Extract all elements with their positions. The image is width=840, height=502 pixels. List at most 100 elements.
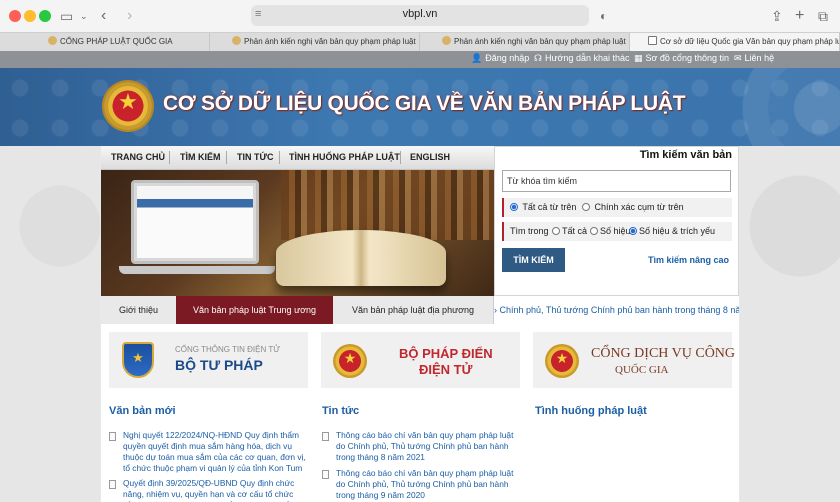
moj-shield-logo: ★: [122, 342, 154, 378]
main-content: ★ CỔNG THÔNG TIN ĐIỆN TỬ BỘ TƯ PHÁP ★ BỘ…: [101, 324, 739, 502]
news-ticker[interactable]: › Chính phủ, Thủ tướng Chính phủ ban hàn…: [493, 296, 739, 324]
radio-scope-number-excerpt[interactable]: Số hiệu & trích yếu: [629, 226, 715, 236]
address-bar[interactable]: ≡ vbpl.vn: [251, 5, 589, 26]
top-utility-bar: 👤 Đăng nhập ☊ Hướng dẫn khai thác ▦ Sơ đồ c…: [0, 51, 840, 68]
star-icon: ★: [132, 350, 144, 365]
legal-code-title-line2: ĐIỆN TỬ: [419, 362, 473, 377]
new-tab-icon[interactable]: +: [795, 7, 804, 25]
list-item[interactable]: Nghị quyết 122/2024/NQ-HĐND Quy định thẩ…: [109, 430, 308, 476]
browser-window: ▭ ⌄ ‹ › ≡ vbpl.vn ◐ ⇪ + ⧉ CỔNG PHÁP LUẬT…: [0, 0, 840, 502]
radio-icon: [552, 227, 560, 235]
open-book-image: [276, 230, 446, 286]
menu-item-situations[interactable]: TÌNH HUỐNG PHÁP LUẬT: [289, 152, 400, 162]
sidebar-toggle-icon[interactable]: ▭: [60, 7, 73, 25]
share-icon[interactable]: ⇪: [771, 7, 783, 25]
portal-card-moj[interactable]: ★ CỔNG THÔNG TIN ĐIỆN TỬ BỘ TƯ PHÁP: [109, 332, 308, 388]
news-heading[interactable]: Tin tức: [322, 405, 359, 417]
site-title[interactable]: CƠ SỞ DỮ LIỆU QUỐC GIA VỀ VĂN BẢN PHÁP L…: [163, 92, 686, 116]
radio-icon: [590, 227, 598, 235]
tab-phan-anh-1[interactable]: Phản ánh kiến nghị văn bản quy phạm pháp…: [210, 33, 420, 51]
chevron-down-icon[interactable]: ⌄: [80, 7, 88, 25]
tab-phan-anh-2[interactable]: Phản ánh kiến nghị văn bản quy phạm pháp…: [420, 33, 630, 51]
star-icon: ★: [343, 350, 357, 366]
menu-item-search[interactable]: TÌM KIẾM: [180, 152, 221, 162]
new-docs-heading[interactable]: Văn bản mới: [109, 405, 176, 417]
legal-code-title-line1: BỘ PHÁP ĐIỂN: [399, 346, 493, 361]
list-item[interactable]: Thông cáo báo chí văn bản quy phạm pháp …: [322, 468, 521, 502]
tab-central-docs[interactable]: Văn bản pháp luật Trung ương: [176, 296, 333, 324]
sitemap-icon: ▦: [634, 53, 643, 63]
situations-heading[interactable]: Tình huống pháp luật: [535, 405, 647, 417]
radio-exact-phrase[interactable]: Chính xác cụm từ trên: [582, 202, 684, 212]
menu-divider: [279, 151, 280, 164]
bronze-drum-decoration: [720, 68, 840, 146]
match-options-row: Tất cả từ trên Chính xác cụm từ trên: [502, 198, 732, 217]
tab-local-docs[interactable]: Văn bản pháp luật địa phương: [333, 296, 493, 324]
search-scope-label: Tìm trong: [510, 226, 549, 236]
contact-link[interactable]: ✉ Liên hệ: [734, 53, 774, 64]
document-icon: [322, 432, 329, 441]
radio-selected-icon: [510, 203, 518, 211]
favicon-icon: [648, 36, 657, 45]
tab-cong-phap-luat[interactable]: CỔNG PHÁP LUẬT QUỐC GIA: [0, 33, 210, 51]
radio-icon: [582, 203, 590, 211]
public-service-title-line2: QUỐC GIA: [615, 364, 669, 376]
guide-link[interactable]: ☊ Hướng dẫn khai thác: [534, 53, 629, 64]
url-text: vbpl.vn: [402, 8, 438, 20]
radio-all-words[interactable]: Tất cả từ trên: [510, 202, 576, 212]
document-icon: [322, 470, 329, 479]
radio-scope-number[interactable]: Số hiệu: [590, 226, 631, 236]
search-input[interactable]: Từ khóa tìm kiếm: [502, 170, 731, 192]
national-emblem-logo[interactable]: ★: [104, 82, 152, 130]
menu-divider: [226, 151, 227, 164]
moj-portal-name: BỘ TƯ PHÁP: [175, 357, 263, 373]
left-decoration: [0, 146, 100, 502]
national-emblem-logo: ★: [545, 344, 579, 378]
tab-overview-icon[interactable]: ⧉: [818, 7, 828, 25]
search-panel: Tìm kiếm văn bản Từ khóa tìm kiếm Tất cả…: [494, 146, 739, 296]
public-service-title-line1: CỔNG DỊCH VỤ CÔNG: [591, 346, 736, 361]
menu-divider: [169, 151, 170, 164]
favicon-icon: [442, 36, 451, 45]
minimize-window-button[interactable]: [24, 10, 36, 22]
document-icon: [109, 480, 116, 489]
login-link[interactable]: 👤 Đăng nhập: [471, 53, 529, 64]
forward-icon[interactable]: ›: [127, 7, 132, 25]
user-icon: 👤: [471, 53, 483, 63]
site-banner: ★ CƠ SỞ DỮ LIỆU QUỐC GIA VỀ VĂN BẢN PHÁP…: [0, 68, 840, 146]
portal-card-legal-code[interactable]: ★ BỘ PHÁP ĐIỂN ĐIỆN TỬ: [321, 332, 520, 388]
star-icon: ★: [118, 89, 138, 114]
list-item[interactable]: Thông cáo báo chí văn bản quy phạm pháp …: [322, 430, 521, 466]
menu-divider: [400, 151, 401, 164]
star-icon: ★: [555, 350, 569, 366]
list-item[interactable]: Quyết định 39/2025/QĐ-UBND Quy định chức…: [109, 478, 308, 502]
shield-icon[interactable]: ◐: [600, 7, 607, 25]
menu-item-english[interactable]: ENGLISH: [410, 152, 450, 162]
portal-card-public-service[interactable]: ★ CỔNG DỊCH VỤ CÔNG QUỐC GIA: [533, 332, 736, 388]
hero-image: [101, 170, 494, 296]
sitemap-link[interactable]: ▦ Sơ đồ cổng thông tin: [634, 53, 729, 64]
back-icon[interactable]: ‹: [101, 7, 106, 25]
moj-portal-label: CỔNG THÔNG TIN ĐIỆN TỬ: [175, 345, 281, 354]
section-tabs: Giới thiệu Văn bản pháp luật Trung ương …: [101, 296, 739, 324]
headset-icon: ☊: [534, 53, 542, 63]
tab-bar: CỔNG PHÁP LUẬT QUỐC GIA Phản ánh kiến ng…: [0, 32, 840, 51]
laptop-base: [119, 266, 275, 274]
tab-intro[interactable]: Giới thiệu: [101, 296, 176, 324]
menu-item-news[interactable]: TIN TỨC: [237, 152, 273, 162]
zoom-window-button[interactable]: [39, 10, 51, 22]
menu-item-home[interactable]: TRANG CHỦ: [111, 152, 165, 162]
bookshelf-image: [281, 170, 494, 240]
main-menu: TRANG CHỦ TÌM KIẾM TIN TỨC TÌNH HUỐNG PH…: [101, 146, 494, 170]
radio-scope-all[interactable]: Tất cả: [552, 226, 587, 236]
close-window-button[interactable]: [9, 10, 21, 22]
favicon-icon: [232, 36, 241, 45]
advanced-search-link[interactable]: Tìm kiếm nâng cao: [648, 255, 729, 265]
favicon-icon: [48, 36, 57, 45]
radio-selected-icon: [629, 227, 637, 235]
laptop-image: [131, 180, 259, 264]
tab-vbpl-active[interactable]: Cơ sở dữ liệu Quốc gia Văn bản quy phạm …: [630, 33, 840, 51]
search-button[interactable]: TÌM KIẾM: [502, 248, 565, 272]
mail-icon: ✉: [734, 53, 742, 63]
national-emblem-logo: ★: [333, 344, 367, 378]
